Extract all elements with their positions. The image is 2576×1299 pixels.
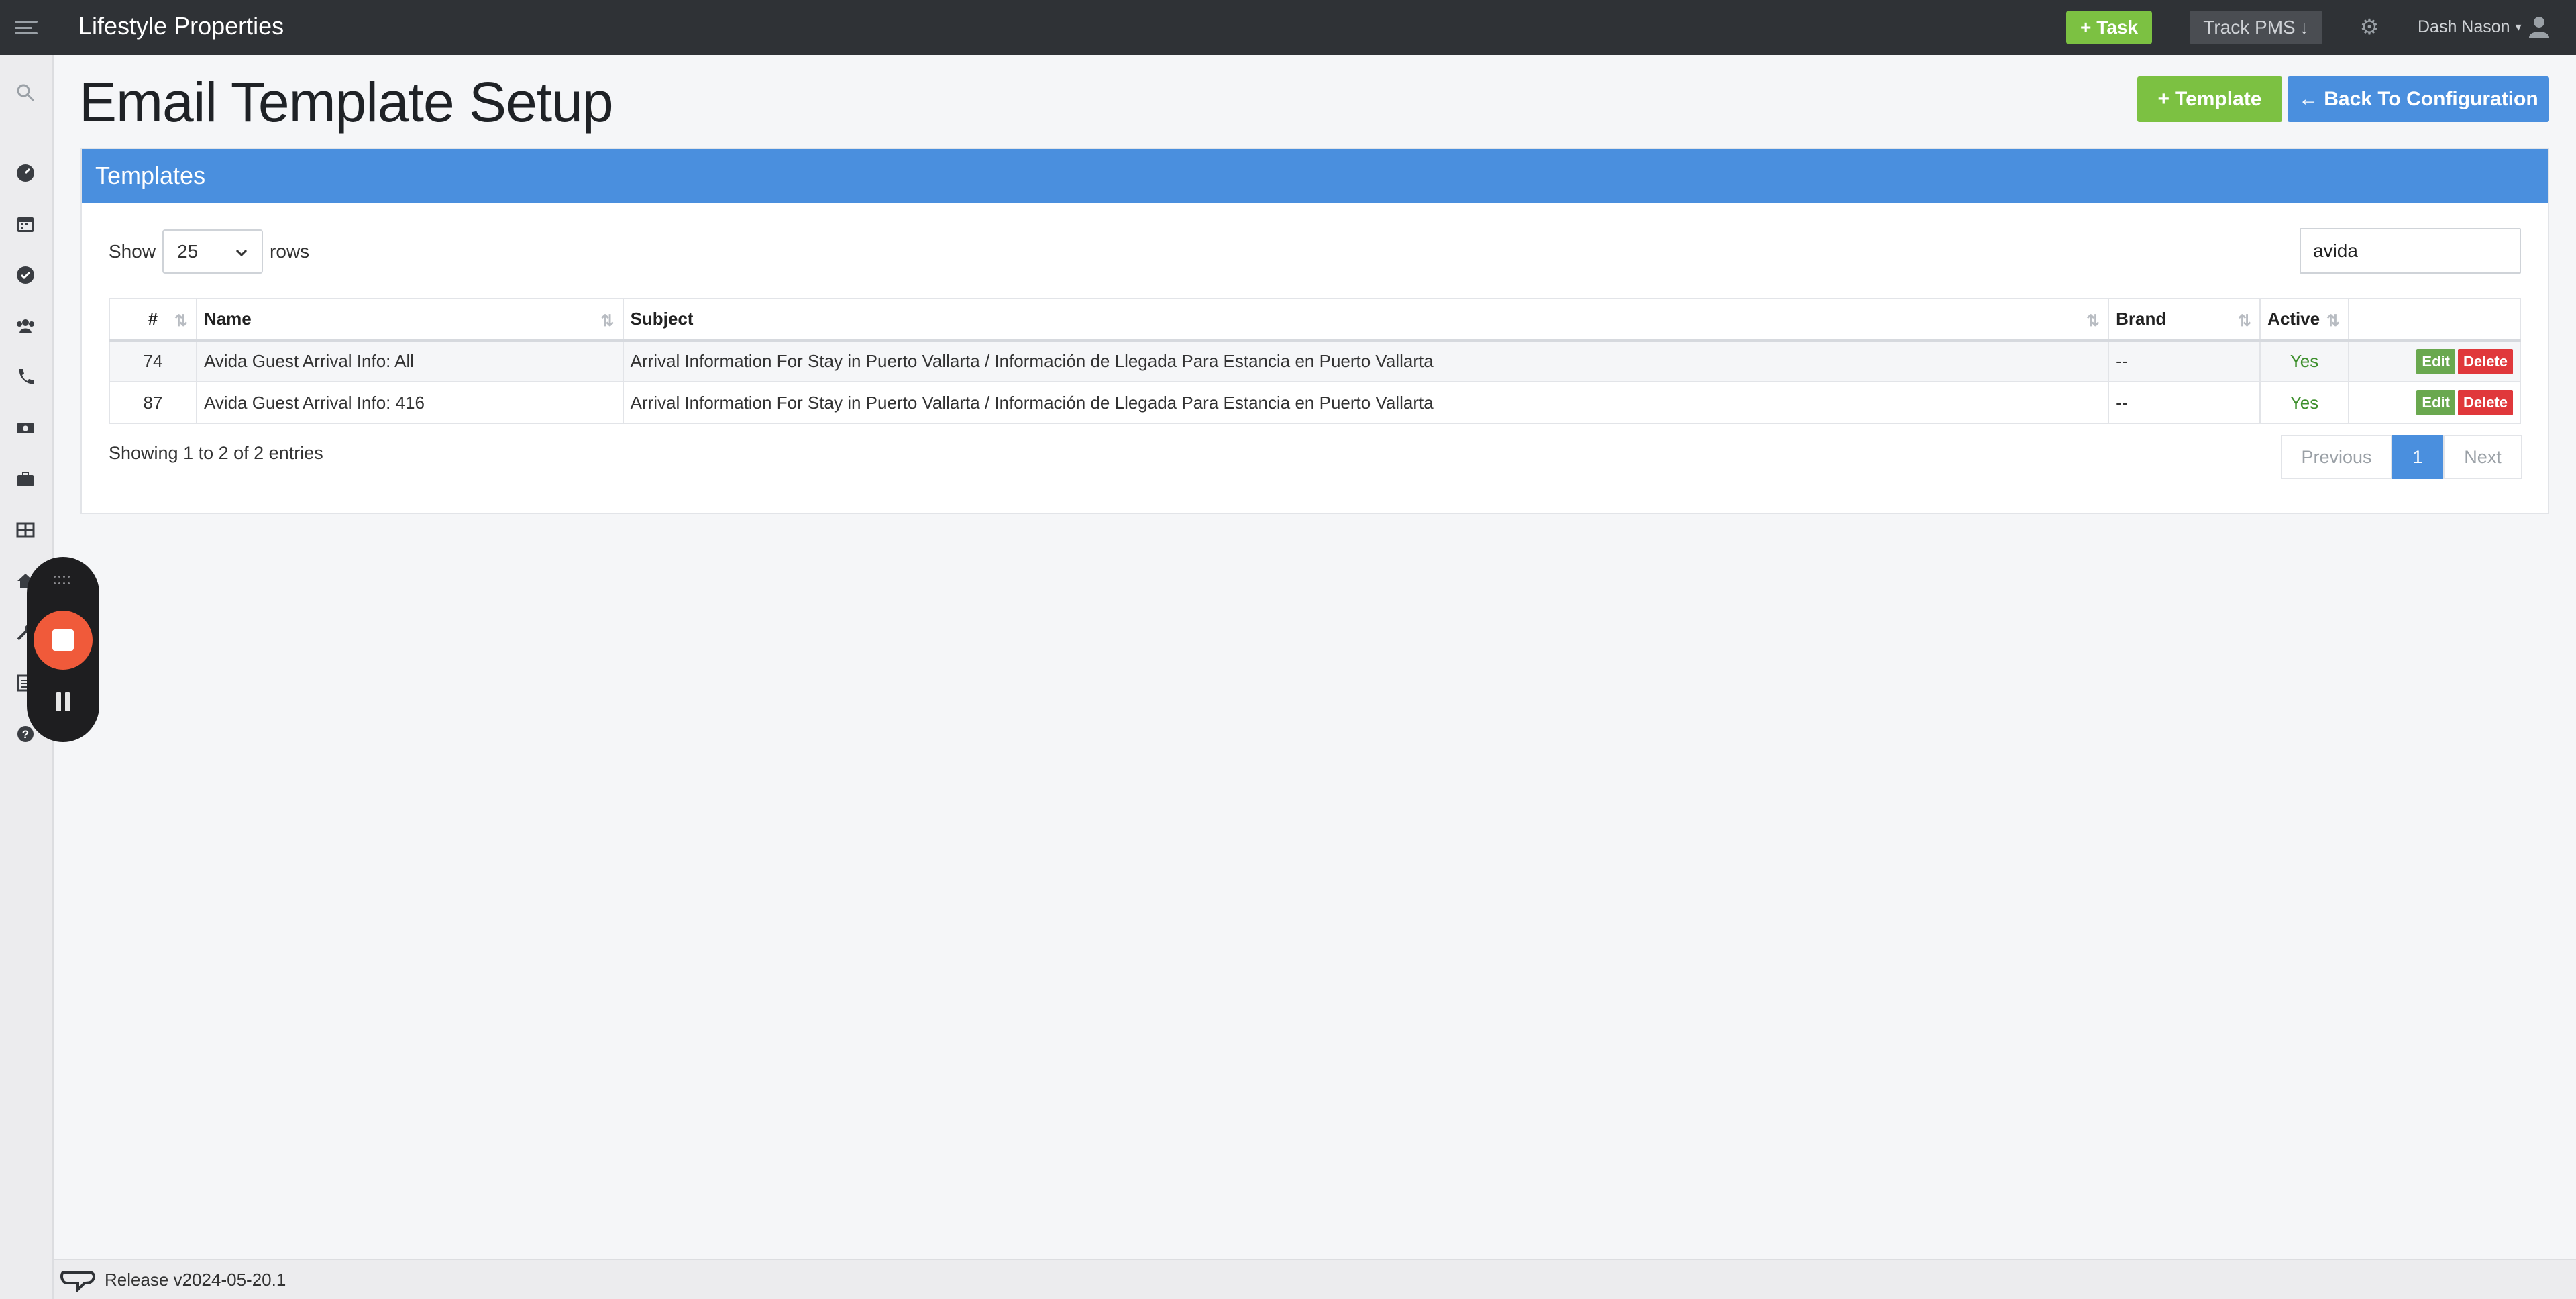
users-icon[interactable] xyxy=(13,314,38,338)
show-label: Show xyxy=(109,241,156,262)
edit-button[interactable]: Edit xyxy=(2416,348,2455,374)
delete-button[interactable]: Delete xyxy=(2457,390,2513,415)
sort-icon: ⇅ xyxy=(174,312,188,330)
release-version: Release v2024-05-20.1 xyxy=(105,1269,286,1290)
dashboard-icon[interactable] xyxy=(13,161,38,185)
stop-icon xyxy=(52,629,74,651)
pagination: Previous 1 Next xyxy=(2281,435,2522,479)
page-1-button[interactable]: 1 xyxy=(2392,435,2443,479)
edit-button[interactable]: Edit xyxy=(2416,390,2455,415)
track-pms-label: Track PMS xyxy=(2203,17,2296,38)
back-label: Back To Configuration xyxy=(2324,88,2538,110)
track-pms-button[interactable]: Track PMS ↓ xyxy=(2190,11,2322,44)
templates-table: # ⇅ Name ⇅ Subject ⇅ Brand ⇅ Active ⇅ 74 Avid… xyxy=(109,298,2521,424)
table-info: Showing 1 to 2 of 2 entries xyxy=(109,443,323,463)
app-logo-icon xyxy=(60,1271,95,1292)
row-actions: Edit Delete xyxy=(2348,340,2521,382)
table-row: 74 Avida Guest Arrival Info: All Arrival… xyxy=(109,340,2521,382)
pause-icon[interactable] xyxy=(54,692,72,713)
briefcase-icon[interactable] xyxy=(13,467,38,491)
table-header-row: # ⇅ Name ⇅ Subject ⇅ Brand ⇅ Active ⇅ xyxy=(109,298,2521,342)
back-to-configuration-button[interactable]: ← Back To Configuration xyxy=(2288,76,2549,122)
sort-icon: ⇅ xyxy=(2326,312,2341,330)
gear-icon[interactable]: ⚙ xyxy=(2357,15,2381,39)
column-header-id[interactable]: # ⇅ xyxy=(109,298,197,342)
column-header-active[interactable]: Active ⇅ xyxy=(2259,298,2350,342)
grid-icon[interactable] xyxy=(13,518,38,542)
previous-page-button[interactable]: Previous xyxy=(2281,435,2392,479)
row-name: Avida Guest Arrival Info: All xyxy=(195,340,624,382)
calendar-icon[interactable] xyxy=(13,212,38,236)
drag-handle-icon[interactable] xyxy=(54,576,72,586)
arrow-down-icon: ↓ xyxy=(2299,17,2309,38)
svg-text:?: ? xyxy=(22,728,29,741)
top-bar: Lifestyle Properties + Task Track PMS ↓ … xyxy=(0,0,2576,55)
column-header-actions xyxy=(2348,298,2521,342)
check-circle-icon[interactable] xyxy=(13,263,38,287)
rows-per-page-value: 25 xyxy=(177,241,199,262)
search-icon[interactable] xyxy=(13,81,38,105)
rows-label: rows xyxy=(270,241,310,262)
row-brand: -- xyxy=(2108,340,2261,382)
row-name: Avida Guest Arrival Info: 416 xyxy=(195,381,624,424)
footer: Release v2024-05-20.1 xyxy=(54,1259,2576,1299)
money-icon[interactable] xyxy=(13,416,38,440)
panel-heading: Templates xyxy=(82,149,2548,203)
row-id: 87 xyxy=(109,381,197,424)
add-template-label: Template xyxy=(2175,88,2262,110)
add-template-button[interactable]: + Template xyxy=(2137,76,2282,122)
rows-per-page-select[interactable]: 25 xyxy=(162,229,264,274)
row-subject: Arrival Information For Stay in Puerto V… xyxy=(622,381,2110,424)
row-active: Yes xyxy=(2259,381,2350,424)
user-icon xyxy=(2527,15,2551,39)
next-page-button[interactable]: Next xyxy=(2443,435,2522,479)
user-name: Dash Nason xyxy=(2418,17,2510,36)
row-actions: Edit Delete xyxy=(2348,381,2521,424)
add-task-button[interactable]: + Task xyxy=(2066,11,2152,44)
row-active: Yes xyxy=(2259,340,2350,382)
hamburger-menu-icon[interactable] xyxy=(15,18,38,37)
chevron-down-icon xyxy=(235,241,248,262)
caret-down-icon: ▾ xyxy=(2515,19,2522,34)
arrow-left-icon: ← xyxy=(2298,88,2319,110)
stop-recording-button[interactable] xyxy=(34,611,93,670)
row-subject: Arrival Information For Stay in Puerto V… xyxy=(622,340,2110,382)
plus-icon: + xyxy=(2157,88,2170,110)
sort-icon: ⇅ xyxy=(2086,312,2100,330)
sort-icon: ⇅ xyxy=(2237,312,2252,330)
task-button-label: Task xyxy=(2096,17,2139,38)
row-brand: -- xyxy=(2108,381,2261,424)
search-input[interactable]: avida xyxy=(2300,228,2521,274)
plus-icon: + xyxy=(2080,17,2092,38)
delete-button[interactable]: Delete xyxy=(2457,348,2513,374)
column-header-subject[interactable]: Subject ⇅ xyxy=(622,298,2110,342)
recording-widget xyxy=(27,557,99,742)
row-id: 74 xyxy=(109,340,197,382)
user-menu[interactable]: Dash Nason ▾ xyxy=(2418,15,2551,39)
phone-icon[interactable] xyxy=(13,365,38,389)
app-brand[interactable]: Lifestyle Properties xyxy=(78,12,284,40)
sort-icon: ⇅ xyxy=(600,312,614,330)
page-title: Email Template Setup xyxy=(79,70,614,134)
templates-panel: Templates Show 25 rows avida # ⇅ Name ⇅ Su… xyxy=(80,148,2549,514)
column-header-name[interactable]: Name ⇅ xyxy=(195,298,624,342)
table-row: 87 Avida Guest Arrival Info: 416 Arrival… xyxy=(109,381,2521,424)
page-length-control: Show 25 rows xyxy=(109,229,309,274)
column-header-brand[interactable]: Brand ⇅ xyxy=(2108,298,2261,342)
